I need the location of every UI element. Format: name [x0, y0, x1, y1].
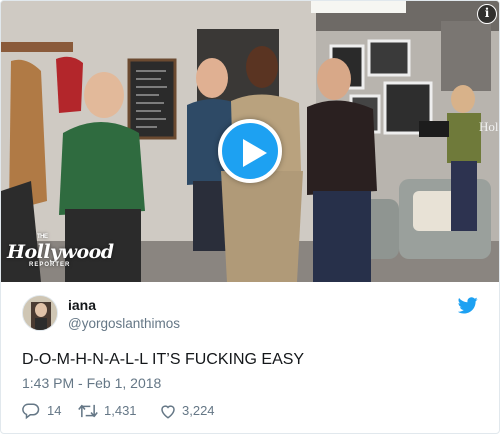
reply-icon — [22, 403, 40, 420]
video-player[interactable]: Hol THE Hollywood REPORTER i — [1, 1, 499, 282]
like-icon — [161, 405, 175, 419]
play-button[interactable] — [218, 119, 282, 183]
tweet-text: D-O-M-H-N-A-L-L IT’S FUCKING EASY — [22, 351, 305, 368]
background-sign: Hol — [479, 119, 499, 134]
watermark-logo: THE Hollywood REPORTER — [7, 234, 114, 268]
retweet-button[interactable]: 1,431 — [78, 401, 158, 421]
like-button[interactable]: 3,224 — [159, 401, 239, 421]
tweet-card: Hol THE Hollywood REPORTER i iana @yorgo… — [0, 0, 500, 434]
play-icon — [243, 139, 267, 167]
reply-count: 14 — [47, 403, 62, 418]
twitter-bird-icon[interactable] — [458, 297, 478, 314]
retweet-icon — [78, 404, 98, 418]
display-name[interactable]: iana — [68, 297, 96, 313]
tweet-timestamp[interactable]: 1:43 PM - Feb 1, 2018 — [22, 375, 161, 391]
avatar[interactable] — [22, 295, 58, 331]
reply-button[interactable]: 14 — [22, 401, 68, 421]
like-count: 3,224 — [182, 403, 215, 418]
retweet-count: 1,431 — [104, 403, 137, 418]
user-handle[interactable]: @yorgoslanthimos — [68, 316, 180, 331]
info-icon[interactable]: i — [477, 4, 497, 24]
